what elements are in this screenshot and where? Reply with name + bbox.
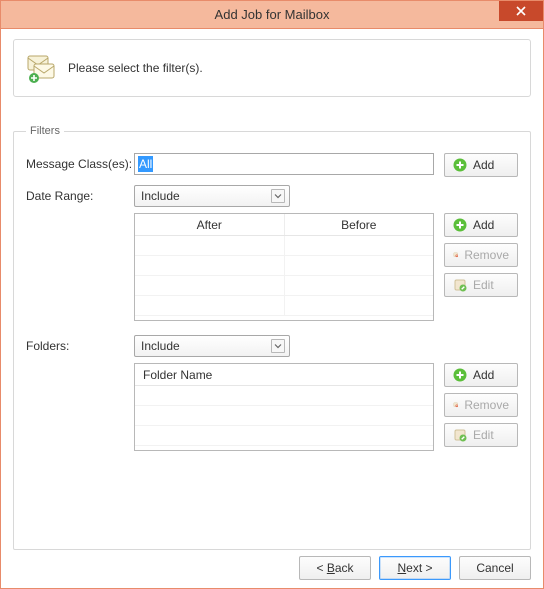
add-label: Add [473,158,494,172]
folders-mode-combo[interactable]: Include [134,335,290,357]
back-button[interactable]: < Back [299,556,371,580]
remove-icon [453,398,458,412]
date-range-add-button[interactable]: Add [444,213,518,237]
plus-icon [453,158,467,172]
filters-group: Filters Message Class(es): All Add [13,125,531,550]
table-row[interactable] [135,256,433,276]
content-area: Please select the filter(s). Filters Mes… [1,29,543,588]
message-class-input-wrap: All [134,153,434,175]
next-button[interactable]: Next > [379,556,451,580]
folders-label: Folders: [26,335,134,353]
instruction-text: Please select the filter(s). [68,61,203,75]
chevron-down-icon [271,339,285,353]
folders-grid-header: Folder Name [135,364,433,386]
message-class-input[interactable] [134,153,434,175]
plus-icon [453,368,467,382]
remove-icon [453,248,458,262]
mailbox-icon [26,52,58,84]
column-before: Before [285,214,434,235]
message-class-row: Message Class(es): All Add [26,153,518,177]
message-class-add-button[interactable]: Add [444,153,518,177]
table-row[interactable] [135,296,433,316]
table-row[interactable] [135,386,433,406]
edit-label: Edit [473,428,494,442]
date-range-mode-value: Include [141,189,180,203]
edit-label: Edit [473,278,494,292]
date-range-remove-button[interactable]: Remove [444,243,518,267]
folders-remove-button[interactable]: Remove [444,393,518,417]
date-range-grid[interactable]: After Before [134,213,434,321]
window-title: Add Job for Mailbox [1,7,543,22]
add-label: Add [473,218,494,232]
date-range-mode-combo[interactable]: Include [134,185,290,207]
folders-grid[interactable]: Folder Name [134,363,434,451]
remove-label: Remove [464,398,509,412]
folders-add-button[interactable]: Add [444,363,518,387]
message-class-selection: All [138,156,153,172]
edit-icon [453,428,467,442]
add-label: Add [473,368,494,382]
folders-edit-button[interactable]: Edit [444,423,518,447]
chevron-down-icon [271,189,285,203]
edit-icon [453,278,467,292]
table-row[interactable] [135,236,433,256]
date-range-grid-header: After Before [135,214,433,236]
close-icon [516,6,526,16]
folders-mode-value: Include [141,339,180,353]
titlebar: Add Job for Mailbox [1,1,543,29]
date-range-grid-body [135,236,433,316]
footer-buttons: < Back Next > Cancel [13,550,531,580]
date-range-label: Date Range: [26,185,134,203]
plus-icon [453,218,467,232]
filters-legend: Filters [26,125,64,137]
folders-grid-body [135,386,433,446]
folders-row: Folders: Include Folder Name [26,335,518,451]
table-row[interactable] [135,276,433,296]
column-folder-name: Folder Name [135,364,433,385]
close-button[interactable] [499,1,543,21]
dialog-window: Add Job for Mailbox Please select the fi… [0,0,544,589]
instruction-banner: Please select the filter(s). [13,39,531,97]
date-range-row: Date Range: Include After Before [26,185,518,321]
message-class-label: Message Class(es): [26,153,134,171]
date-range-edit-button[interactable]: Edit [444,273,518,297]
table-row[interactable] [135,426,433,446]
column-after: After [135,214,285,235]
remove-label: Remove [464,248,509,262]
cancel-button[interactable]: Cancel [459,556,531,580]
table-row[interactable] [135,406,433,426]
